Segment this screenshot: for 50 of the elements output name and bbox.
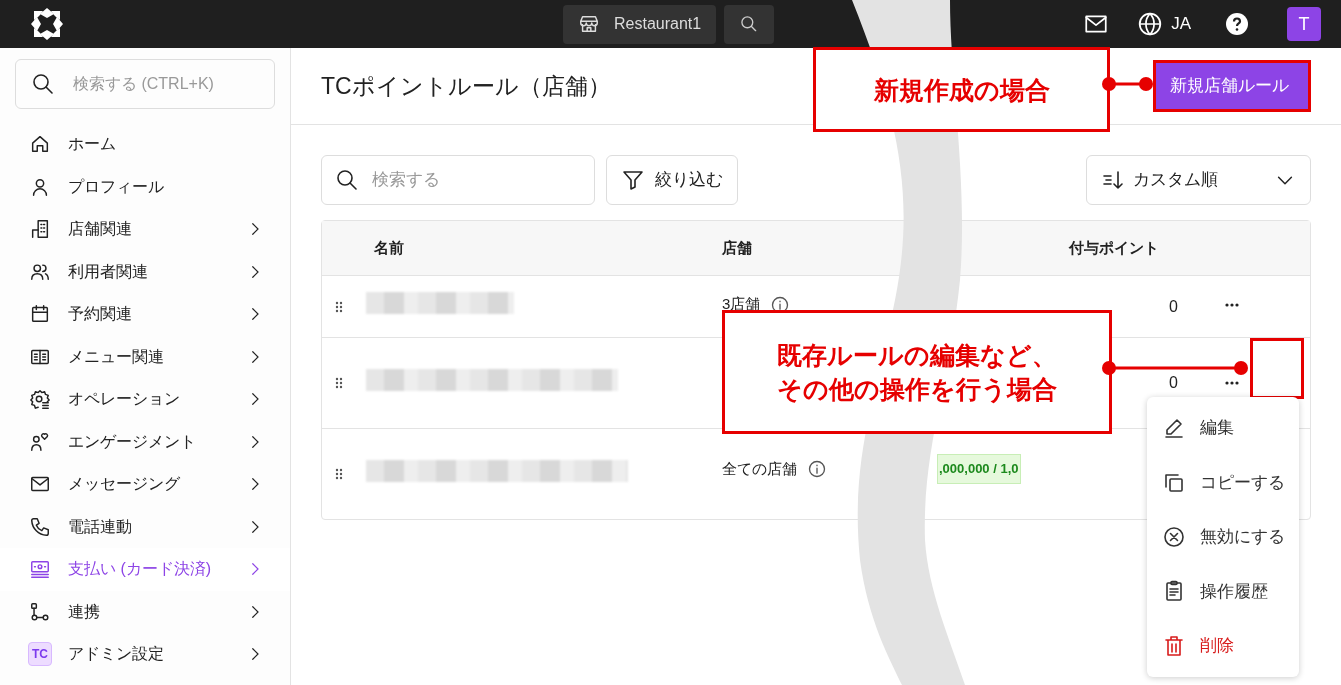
sidebar-item[interactable]: 店舗関連	[0, 208, 290, 251]
sidebar-item[interactable]: 予約関連	[0, 293, 290, 336]
new-rule-button[interactable]: 新規店舗ルール	[1153, 60, 1311, 112]
sidebar-item-label: アドミン設定	[68, 644, 165, 665]
sidebar-item-label: メニュー関連	[68, 346, 165, 367]
menu-item[interactable]: 削除	[1147, 633, 1299, 659]
sidebar-item[interactable]: ホーム	[0, 123, 290, 166]
column-header: 店舗	[722, 237, 753, 258]
filter-button[interactable]: 絞り込む	[606, 155, 738, 205]
tc-badge: TC	[28, 642, 52, 667]
callout-text: その他の操作を行う場合	[777, 374, 1057, 405]
sidebar-item-label: 店舗関連	[68, 219, 133, 240]
sidebar-item-label: 電話連動	[68, 516, 133, 537]
sidebar-item-label: メッセージング	[68, 474, 181, 495]
sidebar-item-label: 予約関連	[68, 304, 133, 325]
sidebar-item[interactable]: メニュー関連	[0, 335, 290, 378]
sidebar-item-label: 支払い (カード決済)	[68, 559, 213, 580]
language-button[interactable]: JA	[1137, 11, 1191, 37]
sidebar-item-label: プロフィール	[68, 176, 165, 197]
sidebar-item[interactable]: 連携	[0, 590, 290, 633]
column-header: 付与ポイント	[1067, 237, 1160, 258]
menu-item[interactable]: 無効にする	[1147, 524, 1299, 550]
store-selector[interactable]: Restaurant1	[563, 4, 717, 44]
sidebar-item-label: 連携	[68, 601, 101, 622]
sidebar-item-label: ホーム	[68, 134, 117, 155]
page-title: TCポイントルール（店舗）	[321, 71, 611, 101]
sidebar-item-label: エンゲージメント	[68, 431, 197, 452]
menu-item[interactable]: 編集	[1147, 415, 1299, 441]
callout-text: 既存ルールの編集など、	[777, 340, 1057, 371]
sort-dropdown[interactable]: カスタム順	[1086, 155, 1311, 205]
column-header: 名前	[373, 237, 405, 258]
sidebar-search-field[interactable]: 検索する (CTRL+K)	[15, 59, 275, 109]
menu-item[interactable]: コピーする	[1147, 469, 1299, 496]
sidebar-item[interactable]: エンゲージメント	[0, 420, 290, 463]
callout-text: 新規作成の場合	[873, 74, 1050, 106]
sidebar-item[interactable]: 電話連動	[0, 505, 290, 548]
budget-cell: ,000,000 / 1,0	[937, 454, 1021, 484]
sidebar-item[interactable]: オペレーション	[0, 378, 290, 421]
store-cell-text: 全ての店舗	[722, 458, 797, 479]
sidebar-item[interactable]: メッセージング	[0, 463, 290, 506]
points-cell: 0	[1169, 297, 1178, 315]
search-field[interactable]: 検索する	[321, 155, 595, 205]
sidebar-item-label: オペレーション	[68, 389, 181, 410]
sidebar-item[interactable]: TC アドミン設定	[0, 633, 290, 676]
points-cell: 0	[1169, 374, 1178, 391]
avatar-button[interactable]: T	[1287, 7, 1321, 41]
sidebar-item[interactable]: プロフィール	[0, 165, 290, 208]
sidebar-item-label: 利用者関連	[68, 261, 149, 282]
menu-item[interactable]: 操作履歴	[1147, 578, 1299, 605]
sidebar-item[interactable]: 利用者関連	[0, 250, 290, 293]
